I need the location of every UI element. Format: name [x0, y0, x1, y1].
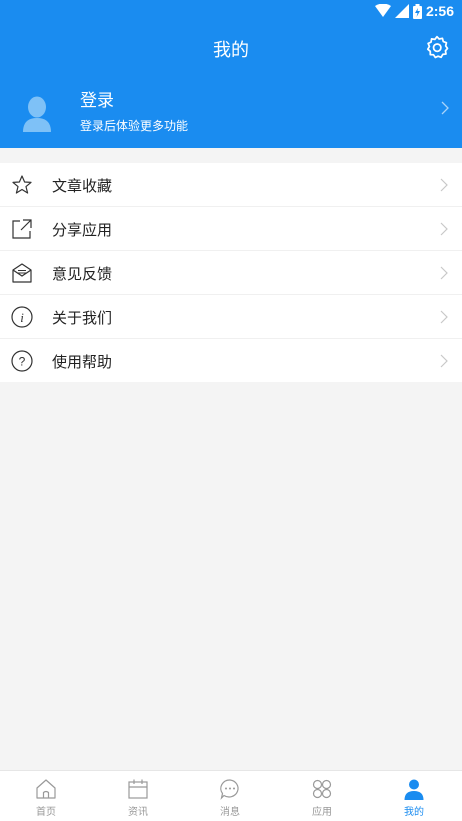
clock: 2:56: [425, 3, 454, 19]
chevron-right-icon: [440, 310, 448, 324]
bottom-tab-bar: 首页 资讯 消息 应用 我的: [0, 770, 462, 821]
menu-item-label: 关于我们: [52, 309, 113, 327]
menu-item-label: 意见反馈: [52, 265, 113, 283]
gear-icon[interactable]: [424, 34, 450, 60]
menu-item-label: 文章收藏: [52, 177, 113, 195]
tab-home[interactable]: 首页: [0, 771, 92, 821]
menu-item-help[interactable]: ? 使用帮助: [0, 339, 462, 382]
home-icon: [36, 779, 56, 799]
chevron-right-icon: [441, 101, 449, 115]
battery-icon: [412, 3, 422, 19]
feedback-icon: [12, 263, 32, 283]
calendar-icon: [128, 779, 148, 799]
avatar-icon: [23, 96, 51, 132]
tab-label: 我的: [404, 807, 424, 818]
message-icon: [220, 779, 239, 800]
status-bar: 2:56: [0, 0, 462, 24]
info-icon: i: [11, 306, 33, 328]
tab-news[interactable]: 资讯: [92, 771, 184, 821]
apps-icon: [312, 779, 332, 799]
menu-item-favorites[interactable]: 文章收藏: [0, 163, 462, 207]
svg-text:?: ?: [19, 355, 26, 369]
app-bar: 我的: [0, 24, 462, 72]
star-icon: [12, 175, 32, 194]
tab-messages[interactable]: 消息: [184, 771, 276, 821]
menu-list: 文章收藏 分享应用 意见反馈 i 关于我们 ? 使用帮助: [0, 163, 462, 382]
tab-label: 消息: [220, 807, 240, 818]
user-icon: [404, 779, 424, 800]
tab-apps[interactable]: 应用: [276, 771, 368, 821]
tab-label: 首页: [36, 807, 56, 818]
chevron-right-icon: [440, 354, 448, 368]
chevron-right-icon: [440, 222, 448, 236]
share-icon: [12, 219, 32, 239]
wifi-icon: [374, 4, 391, 17]
help-icon: ?: [11, 350, 33, 372]
menu-item-label: 使用帮助: [52, 353, 113, 371]
login-subtitle: 登录后体验更多功能: [80, 119, 189, 133]
svg-text:i: i: [20, 310, 24, 325]
page-title: 我的: [213, 40, 249, 61]
signal-icon: [394, 4, 409, 18]
tab-label: 应用: [312, 807, 332, 818]
chevron-right-icon: [440, 266, 448, 280]
tab-label: 资讯: [128, 807, 148, 818]
tab-mine[interactable]: 我的: [368, 771, 460, 821]
chevron-right-icon: [440, 178, 448, 192]
login-banner[interactable]: 登录 登录后体验更多功能: [0, 72, 462, 148]
menu-item-share[interactable]: 分享应用: [0, 207, 462, 251]
login-title: 登录: [80, 91, 114, 111]
menu-item-about[interactable]: i 关于我们: [0, 295, 462, 339]
menu-item-feedback[interactable]: 意见反馈: [0, 251, 462, 295]
menu-item-label: 分享应用: [52, 221, 113, 239]
